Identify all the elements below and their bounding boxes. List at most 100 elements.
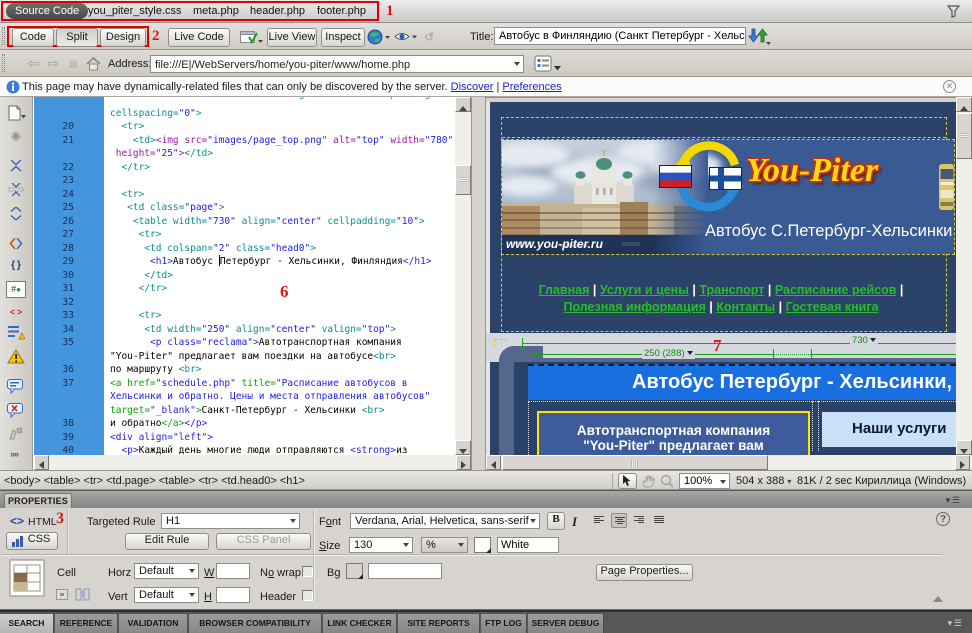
code-line[interactable]: <table width="730" align="center" cellpa…: [110, 215, 425, 229]
more-icons-chevron[interactable]: »»: [10, 449, 18, 459]
targeted-rule-combo[interactable]: H1: [161, 513, 300, 529]
css-mode-button[interactable]: CSS: [6, 532, 58, 550]
discover-link[interactable]: Discover: [451, 81, 494, 93]
highlight-invalid-code-icon[interactable]: < >: [7, 304, 25, 320]
collapse-selection-icon[interactable]: [8, 183, 24, 196]
site-nav-link[interactable]: Контакты: [716, 300, 775, 314]
zoom-tool-icon[interactable]: [660, 474, 674, 488]
bottom-tab-search[interactable]: SEARCH: [0, 614, 54, 633]
design-hscroll-thumb[interactable]: [502, 455, 768, 470]
design-scroll-left-icon[interactable]: [486, 455, 501, 470]
text-color-swatch[interactable]: [474, 537, 491, 553]
code-scroll-up-icon[interactable]: [455, 97, 471, 112]
warning-icon[interactable]: [7, 349, 25, 364]
design-scroll-right-icon[interactable]: [955, 455, 970, 470]
align-center-button[interactable]: [611, 513, 627, 528]
code-line[interactable]: <tr>: [110, 120, 144, 134]
preview-globe-icon[interactable]: [367, 29, 392, 45]
bottom-tab-validation[interactable]: VALIDATION: [119, 614, 188, 633]
toolbar-grip[interactable]: [2, 27, 5, 45]
panel-menu-icon[interactable]: ▾ ☰: [946, 495, 960, 506]
code-scroll-thumb[interactable]: [455, 165, 471, 195]
panel-resize-icon[interactable]: [933, 596, 943, 602]
combo-dropdown-icon[interactable]: [189, 593, 195, 597]
live-code-button[interactable]: Live Code: [168, 28, 230, 47]
code-line[interactable]: <p class="reclama">Автотранспортная комп…: [110, 336, 402, 350]
code-horizontal-scrollbar[interactable]: [34, 455, 471, 470]
code-line[interactable]: Хельсинки и обратно. Цены и места отправ…: [110, 390, 430, 404]
code-line[interactable]: <td width="250" align="center" valign="t…: [110, 323, 396, 337]
code-line[interactable]: <tr>: [110, 188, 144, 202]
table-width-label[interactable]: 730: [850, 335, 878, 346]
design-scroll-down-icon[interactable]: [956, 440, 972, 455]
home-icon[interactable]: [86, 57, 101, 71]
design-horizontal-scrollbar[interactable]: [486, 455, 972, 470]
design-scroll-up-icon[interactable]: [956, 97, 972, 112]
merge-cells-icon[interactable]: [56, 589, 68, 600]
design-view-button[interactable]: Design: [100, 28, 146, 47]
bg-color-swatch[interactable]: [346, 563, 363, 579]
code-vertical-scrollbar[interactable]: [455, 97, 471, 455]
balance-braces-icon[interactable]: { }: [7, 258, 25, 274]
bottom-panel-menu-icon[interactable]: ▾ ☰: [948, 618, 962, 629]
visual-aids-eye-icon[interactable]: [394, 30, 419, 44]
site-nav-link[interactable]: Транспорт: [699, 283, 764, 297]
combo-dropdown-icon[interactable]: [458, 543, 464, 547]
bottom-tab-ftp-log[interactable]: FTP LOG: [481, 614, 527, 633]
code-line[interactable]: <h1>Автобус Петербург - Хельсинки, Финля…: [110, 255, 432, 269]
get-put-files-icon[interactable]: [747, 27, 773, 46]
bottom-tab-site-reports[interactable]: SITE REPORTS: [398, 614, 480, 633]
code-line[interactable]: и обратно</a></p>: [110, 417, 207, 431]
filter-icon[interactable]: [947, 5, 960, 18]
edit-rule-button[interactable]: Edit Rule: [125, 533, 209, 550]
open-documents-icon[interactable]: [7, 105, 27, 121]
file-list-icon[interactable]: [534, 55, 564, 73]
site-nav-link[interactable]: Главная: [539, 283, 590, 297]
width-menu-arrow-icon[interactable]: [870, 338, 876, 342]
html-mode-button[interactable]: HTML: [28, 516, 57, 528]
code-line[interactable]: <tr>: [110, 228, 161, 242]
title-input[interactable]: Автобус в Финляндию (Санкт Петербург - Х…: [494, 27, 746, 45]
forward-icon[interactable]: ⇨: [46, 56, 61, 71]
code-line[interactable]: "You-Piter" предлагает вам поездки на ав…: [110, 350, 396, 364]
split-cell-icon[interactable]: [75, 588, 90, 601]
related-file-header[interactable]: header.php: [250, 5, 305, 17]
browser-bar-grip[interactable]: [2, 54, 5, 72]
site-nav-link[interactable]: Услуги и цены: [600, 283, 689, 297]
split-view-divider[interactable]: [471, 97, 486, 470]
refresh-icon[interactable]: ↻: [424, 30, 434, 44]
properties-tab[interactable]: PROPERTIES: [4, 493, 72, 509]
align-right-button[interactable]: [631, 513, 647, 528]
bottom-tab-link-checker[interactable]: LINK CHECKER: [323, 614, 397, 633]
zoom-level-combo[interactable]: 100%: [679, 473, 730, 489]
w-input[interactable]: [216, 563, 250, 579]
expand-all-icon[interactable]: [8, 207, 24, 220]
apply-comment-icon[interactable]: [7, 379, 26, 394]
code-line[interactable]: <td colspan="2" class="head0">: [110, 242, 316, 256]
design-scroll-thumb[interactable]: [956, 113, 972, 159]
inspect-button[interactable]: Inspect: [321, 28, 365, 47]
size-combo[interactable]: 130: [349, 537, 413, 553]
header-checkbox[interactable]: [302, 590, 313, 601]
design-vertical-scrollbar[interactable]: [956, 97, 972, 455]
code-scroll-left-icon[interactable]: [34, 455, 49, 470]
related-file-meta[interactable]: meta.php: [193, 5, 239, 17]
combo-dropdown-icon[interactable]: [403, 543, 409, 547]
check-page-icon[interactable]: [240, 30, 264, 45]
select-parent-tag-icon[interactable]: [8, 237, 24, 250]
horz-combo[interactable]: Default: [134, 563, 199, 579]
code-line[interactable]: <tr>: [110, 309, 161, 323]
site-nav-link[interactable]: Полезная информация: [563, 300, 705, 314]
syntax-error-alerts-icon[interactable]: [8, 325, 25, 340]
related-file-css[interactable]: you_piter_style.css: [88, 5, 182, 17]
italic-button[interactable]: I: [572, 514, 586, 530]
code-line[interactable]: target="_blank">Санкт-Петербург - Хельси…: [110, 404, 385, 418]
help-icon[interactable]: ?: [936, 512, 950, 526]
font-combo[interactable]: Verdana, Arial, Helvetica, sans-serif: [350, 513, 540, 529]
align-justify-button[interactable]: [651, 513, 667, 528]
no-wrap-checkbox[interactable]: [302, 566, 313, 577]
bottom-tab-browser-compatibility[interactable]: BROWSER COMPATIBILITY: [189, 614, 322, 633]
code-line[interactable]: <div align="left">: [110, 431, 213, 445]
code-view[interactable]: 2021222324252627282930313233343536373839…: [34, 97, 455, 455]
remove-comment-icon[interactable]: [7, 403, 26, 418]
